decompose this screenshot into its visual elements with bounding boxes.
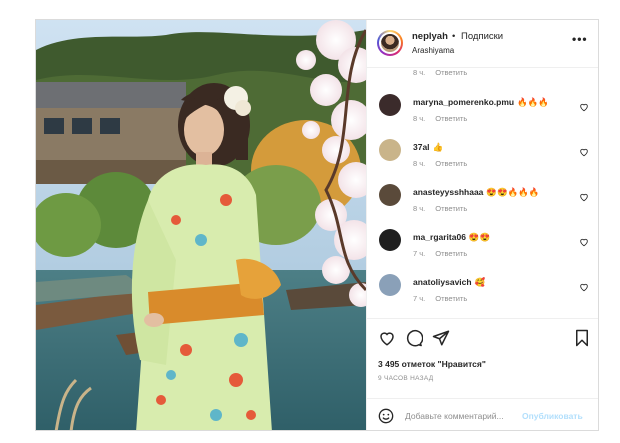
commenter-avatar[interactable] (379, 229, 401, 251)
paper-plane-icon[interactable] (432, 329, 450, 347)
post-time-ago: 9 ЧАСОВ НАЗАД (378, 375, 434, 382)
author-avatar[interactable] (377, 30, 403, 56)
comment-item: anasteyysshhaaa 😍😍🔥🔥🔥 8 ч. Ответить (367, 184, 598, 228)
commenter-username[interactable]: ma_rgarita06 (413, 232, 466, 242)
smile-icon[interactable] (378, 408, 394, 424)
comment-input[interactable]: Добавьте комментарий... (405, 411, 504, 421)
comment-item: anatoliysavich 🥰 7 ч. Ответить (367, 274, 598, 318)
comment-text: 🥰 (474, 277, 486, 287)
comment-item: ma_rgarita06 😍😍 7 ч. Ответить (367, 229, 598, 273)
commenter-avatar[interactable] (379, 274, 401, 296)
comment-text: 👍 (432, 142, 444, 152)
commenter-avatar[interactable] (379, 184, 401, 206)
author-username[interactable]: neplyah (412, 31, 448, 42)
likes-count[interactable]: 3 495 отметок "Нравится" (378, 359, 486, 369)
comment-text: 🔥🔥🔥 (517, 97, 549, 107)
comment-time: 7 ч. (413, 249, 426, 258)
comment-like-heart-icon[interactable] (579, 237, 589, 247)
bookmark-icon[interactable] (573, 329, 591, 347)
post-side-panel: neplyah • Подписки Arashiyama ••• 8 ч. От… (366, 20, 598, 430)
header-separator: • (452, 31, 456, 42)
comment-text: 😍😍🔥🔥🔥 (486, 187, 540, 197)
post-header: neplyah • Подписки Arashiyama ••• (367, 20, 598, 68)
heart-icon[interactable] (378, 329, 396, 347)
comment-icon[interactable] (405, 329, 423, 347)
comment-like-heart-icon[interactable] (579, 192, 589, 202)
reply-link[interactable]: Ответить (435, 204, 467, 213)
publish-button[interactable]: Опубликовать (522, 411, 583, 421)
commenter-avatar[interactable] (379, 139, 401, 161)
commenter-username[interactable]: anasteyysshhaaa (413, 187, 483, 197)
reply-link[interactable]: Ответить (435, 249, 467, 258)
comment-meta-partial: 8 ч. Ответить (413, 68, 467, 77)
following-button[interactable]: Подписки (461, 31, 503, 42)
comment-time: 8 ч. (413, 114, 426, 123)
add-comment-bar: Добавьте комментарий... Опубликовать (367, 398, 598, 430)
comment-item: maryna_pomerenko.pmu 🔥🔥🔥 8 ч. Ответить (367, 94, 598, 138)
comment-time: 8 ч. (413, 68, 426, 77)
comment-time: 8 ч. (413, 204, 426, 213)
reply-link[interactable]: Ответить (435, 114, 467, 123)
comment-like-heart-icon[interactable] (579, 147, 589, 157)
post-location[interactable]: Arashiyama (412, 46, 454, 55)
comment-time: 8 ч. (413, 159, 426, 168)
more-horizontal-icon[interactable]: ••• (572, 32, 588, 46)
commenter-username[interactable]: maryna_pomerenko.pmu (413, 97, 514, 107)
comment-item: 37al 👍 8 ч. Ответить (367, 139, 598, 183)
comment-like-heart-icon[interactable] (579, 282, 589, 292)
comment-time: 7 ч. (413, 294, 426, 303)
commenter-username[interactable]: anatoliysavich (413, 277, 472, 287)
commenter-avatar[interactable] (379, 94, 401, 116)
comments-list[interactable]: 8 ч. Ответить maryna_pomerenko.pmu 🔥🔥🔥 8 ч… (367, 68, 598, 318)
instagram-post: neplyah • Подписки Arashiyama ••• 8 ч. От… (35, 19, 599, 431)
reply-link[interactable]: Ответить (435, 294, 467, 303)
comment-text: 😍😍 (468, 232, 491, 242)
post-photo[interactable] (36, 20, 366, 430)
reply-link[interactable]: Ответить (435, 159, 467, 168)
comment-like-heart-icon[interactable] (579, 102, 589, 112)
reply-link[interactable]: Ответить (435, 68, 467, 77)
commenter-username[interactable]: 37al (413, 142, 430, 152)
post-actions: 3 495 отметок "Нравится" 9 ЧАСОВ НАЗАД (367, 318, 598, 398)
